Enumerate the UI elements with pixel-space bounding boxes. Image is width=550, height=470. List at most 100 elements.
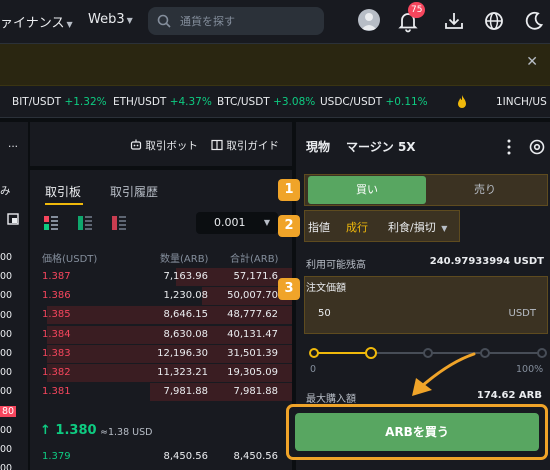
close-icon[interactable]: ✕ [526,54,538,70]
top-header: ァイナンス ▼ Web3 ▼ 通貨を探す 75 [0,0,550,44]
ask-price: 1.386 [42,290,71,302]
notification-badge: 75 [408,2,426,18]
order-amount-unit: USDT [508,308,536,319]
ask-total: 19,305.09 [227,367,278,378]
search-input[interactable]: 通貨を探す [148,7,324,35]
user-icon [361,13,377,30]
search-placeholder: 通貨を探す [180,15,235,28]
ask-price: 1.383 [42,347,71,359]
ask-amount: 11,323.21 [157,367,208,378]
trading-bot-link[interactable]: 取引ボット [130,138,198,153]
last-price-usd: ≈1.38 USD [100,427,153,438]
truncated-label: み [0,185,11,197]
ask-row[interactable]: 1.386 1,230.08 50,007.70 [34,287,292,306]
ask-price: 1.381 [42,386,71,398]
ticker-item[interactable]: BIT/USDT +1.32% [12,96,107,108]
order-amount-label: 注文価額 [306,283,346,294]
edge-value: 00 [0,328,13,340]
ask-row[interactable]: 1.381 7,981.88 7,981.88 [34,383,292,402]
buy-button-highlight: ARBを買う [286,404,548,460]
download-icon[interactable] [442,9,466,33]
chevron-down-icon: ▼ [66,20,73,29]
expand-icon[interactable] [7,213,19,225]
slider-min-label: 0 [310,364,317,375]
ask-total: 48,777.62 [227,309,278,321]
ask-amount: 8,630.08 [163,328,208,340]
ask-price: 1.382 [42,367,71,378]
order-type-market[interactable]: 成行 [346,219,368,235]
ask-row[interactable]: 1.382 11,323.21 19,305.09 [34,364,292,382]
moon-icon[interactable] [522,9,546,33]
ticker-item[interactable]: BTC/USDT +3.08% [217,96,315,108]
edge-value: 00 [0,367,13,379]
step-2-marker: 2 [278,215,300,237]
arrow-annotation [412,352,476,396]
edge-value: 00 [0,424,13,436]
buy-arb-button[interactable]: ARBを買う [295,413,539,451]
book-icon [211,139,223,151]
edge-value: 00 [0,290,13,302]
order-type-tpsl[interactable]: 利食/損切 ▼ [388,219,447,235]
col-total-header: 合計(ARB) [230,254,279,265]
edge-value: 00 [0,444,13,455]
last-price: ↑ 1.380 [40,423,97,438]
avatar[interactable] [358,9,380,31]
step-1-marker: 1 [278,179,300,201]
ask-total: 40,131.47 [227,328,278,340]
fire-icon [458,95,466,108]
nav-web3[interactable]: Web3 ▼ [88,12,133,27]
tick-size-select[interactable]: 0.001 ▼ [196,212,278,234]
ask-amount: 7,981.88 [163,386,208,398]
ticker-strip: BIT/USDT +1.32% ETH/USDT +4.37% BTC/USDT… [0,86,550,118]
announcement-banner: ✕ [0,44,550,86]
tab-spot[interactable]: 現物 [306,138,330,155]
step-3-marker: 3 [278,278,300,300]
view-bids-icon[interactable] [78,216,92,230]
tab-trade-history[interactable]: 取引履歴 [110,183,158,200]
order-type-limit[interactable]: 指値 [308,219,330,235]
view-asks-icon[interactable] [112,216,126,230]
edge-value: 00 [0,271,13,283]
ask-total: 50,007.70 [227,290,278,302]
nav-finance[interactable]: ァイナンス ▼ [0,12,73,31]
ticker-item[interactable]: ETH/USDT +4.37% [113,96,212,108]
settings-icon[interactable] [528,138,546,156]
ask-row[interactable]: 1.384 8,630.08 40,131.47 [34,325,292,344]
globe-icon[interactable] [482,9,506,33]
tab-orderbook[interactable]: 取引板 [45,183,81,200]
slider-stop[interactable] [537,348,547,358]
more-menu[interactable]: ... [8,138,18,150]
slider-stop[interactable] [309,348,319,358]
ask-row[interactable]: 1.385 8,646.15 48,777.62 [34,306,292,325]
slider-fill [314,352,371,354]
available-value: 240.97933994 USDT [429,256,544,267]
slider-stop[interactable] [480,348,490,358]
ask-total: 57,171.6 [233,271,278,282]
col-price-header: 価格(USDT) [42,254,98,265]
search-icon [157,14,171,28]
trading-guide-link[interactable]: 取引ガイド [211,138,279,153]
ask-row[interactable]: 1.387 7,163.96 57,171.6 [34,268,292,286]
max-buy-value: 174.62 ARB [476,390,542,401]
edge-value: 00 [0,309,13,321]
max-buy-label: 最大購入額 [306,394,356,405]
edge-value: 00 [0,348,13,359]
ask-row[interactable]: 1.383 12,196.30 31,501.39 [34,344,292,363]
ask-total: 31,501.39 [227,347,278,359]
ask-amount: 8,646.15 [163,309,208,321]
slider-handle[interactable] [365,347,377,359]
bid-row[interactable]: 1.379 8,450.56 8,450.56 [34,448,292,466]
col-amount-header: 数量(ARB) [160,254,209,265]
ticker-item[interactable]: USDC/USDT +0.11% [320,96,428,108]
edge-value: 00 [0,386,13,398]
tab-margin[interactable]: マージン 5X [346,138,416,155]
buy-tab[interactable]: 買い [308,176,426,204]
more-vertical-icon[interactable] [504,138,514,156]
ask-total: 7,981.88 [233,386,278,398]
bot-icon [130,139,142,150]
view-both-icon[interactable] [44,216,58,230]
ticker-item[interactable]: 1INCH/US [496,96,547,108]
edge-value: 00 [0,463,13,470]
ask-price: 1.384 [42,328,71,340]
sell-tab[interactable]: 売り [426,176,544,204]
